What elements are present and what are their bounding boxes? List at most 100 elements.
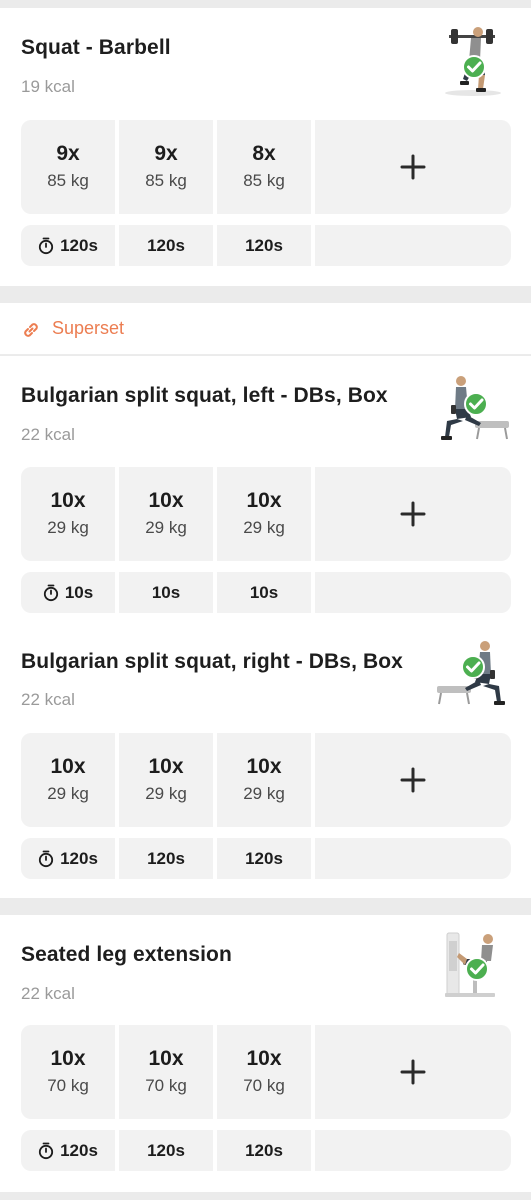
set-weight: 70 kg	[47, 1076, 89, 1095]
set-cell[interactable]: 10x 29 kg	[119, 733, 213, 827]
rest-row: 120s 120s 120s	[21, 838, 511, 879]
set-reps: 10x	[50, 755, 86, 778]
rest-cell[interactable]: 120s	[119, 225, 213, 266]
set-cell[interactable]: 10x 29 kg	[21, 733, 115, 827]
rest-empty-cell	[315, 1130, 511, 1171]
set-weight: 70 kg	[145, 1076, 187, 1095]
set-reps: 10x	[50, 1047, 86, 1070]
set-cell[interactable]: 10x 70 kg	[217, 1025, 311, 1119]
rest-time: 120s	[147, 848, 185, 868]
rest-time: 120s	[245, 235, 283, 255]
rest-time: 120s	[147, 1140, 185, 1160]
add-set-button[interactable]	[315, 120, 511, 214]
exercise-card-leg-extension: Seated leg extension 22 kcal 10x 70 kg 1…	[0, 915, 531, 1192]
link-icon	[24, 323, 38, 337]
set-cell[interactable]: 8x 85 kg	[217, 120, 311, 214]
exercise-title[interactable]: Bulgarian split squat, left - DBs, Box	[21, 384, 388, 408]
add-set-button[interactable]	[315, 467, 511, 561]
set-weight: 85 kg	[47, 171, 89, 190]
rest-cell[interactable]: 120s	[217, 838, 311, 879]
set-cell[interactable]: 9x 85 kg	[119, 120, 213, 214]
rest-time: 120s	[60, 1140, 98, 1160]
rest-time: 120s	[147, 235, 185, 255]
rest-empty-cell	[315, 838, 511, 879]
set-weight: 85 kg	[243, 171, 285, 190]
rest-cell[interactable]: 120s	[119, 838, 213, 879]
rest-time: 120s	[245, 848, 283, 868]
rest-empty-cell	[315, 225, 511, 266]
superset-card: Bulgarian split squat, left - DBs, Box 2…	[0, 356, 531, 898]
stopwatch-icon	[38, 850, 54, 867]
rest-cell[interactable]: 120s	[217, 225, 311, 266]
rest-cell[interactable]: 10s	[21, 572, 115, 613]
stopwatch-icon	[38, 1142, 54, 1159]
set-reps: 8x	[252, 142, 276, 165]
add-set-button[interactable]	[315, 1025, 511, 1119]
set-cell[interactable]: 10x 70 kg	[119, 1025, 213, 1119]
sets-row: 10x 29 kg 10x 29 kg 10x 29 kg	[21, 467, 511, 561]
set-reps: 10x	[148, 489, 184, 512]
set-weight: 70 kg	[243, 1076, 285, 1095]
rest-cell[interactable]: 10s	[119, 572, 213, 613]
set-cell[interactable]: 10x 70 kg	[21, 1025, 115, 1119]
set-weight: 29 kg	[47, 518, 89, 537]
exercise-kcal: 22 kcal	[21, 690, 75, 709]
rest-cell[interactable]: 10s	[217, 572, 311, 613]
set-reps: 10x	[246, 489, 282, 512]
set-cell[interactable]: 10x 29 kg	[217, 467, 311, 561]
sets-row: 10x 70 kg 10x 70 kg 10x 70 kg	[21, 1025, 511, 1119]
set-weight: 29 kg	[243, 784, 285, 803]
squat-figure-check-icon[interactable]	[433, 23, 513, 97]
rest-cell[interactable]: 120s	[21, 225, 115, 266]
rest-cell[interactable]: 120s	[217, 1130, 311, 1171]
superset-label: Superset	[52, 318, 125, 338]
rest-empty-cell	[315, 572, 511, 613]
exercise-title[interactable]: Seated leg extension	[21, 943, 232, 967]
sets-row: 10x 29 kg 10x 29 kg 10x 29 kg	[21, 733, 511, 827]
set-weight: 29 kg	[145, 784, 187, 803]
rest-time: 120s	[245, 1140, 283, 1160]
plus-icon	[400, 1059, 426, 1085]
rest-row: 120s 120s 120s	[21, 1130, 511, 1171]
exercise-title[interactable]: Bulgarian split squat, right - DBs, Box	[21, 650, 403, 674]
rest-cell[interactable]: 120s	[119, 1130, 213, 1171]
exercise-kcal: 22 kcal	[21, 984, 75, 1003]
set-reps: 10x	[50, 489, 86, 512]
plus-icon	[400, 154, 426, 180]
superset-header[interactable]: Superset	[0, 303, 531, 355]
add-set-button[interactable]	[315, 733, 511, 827]
plus-icon	[400, 767, 426, 793]
set-weight: 29 kg	[145, 518, 187, 537]
plus-icon	[400, 501, 426, 527]
rest-time: 120s	[60, 235, 98, 255]
set-weight: 85 kg	[145, 171, 187, 190]
set-reps: 10x	[148, 755, 184, 778]
set-cell[interactable]: 10x 29 kg	[119, 467, 213, 561]
exercise-kcal: 22 kcal	[21, 425, 75, 444]
rest-time: 10s	[64, 582, 94, 602]
set-cell[interactable]: 10x 29 kg	[21, 467, 115, 561]
exercise-title[interactable]: Squat - Barbell	[21, 36, 171, 60]
exercise-kcal: 19 kcal	[21, 77, 75, 96]
set-reps: 10x	[148, 1047, 184, 1070]
sets-row: 9x 85 kg 9x 85 kg 8x 85 kg	[21, 120, 511, 214]
split-squat-figure-check-icon[interactable]	[433, 636, 513, 710]
stopwatch-icon	[38, 237, 54, 254]
rest-row: 120s 120s 120s	[21, 225, 511, 266]
set-reps: 10x	[246, 1047, 282, 1070]
stopwatch-icon	[43, 584, 58, 601]
rest-time: 10s	[249, 582, 279, 602]
set-reps: 9x	[56, 142, 80, 165]
rest-cell[interactable]: 120s	[21, 1130, 115, 1171]
split-squat-figure-check-icon[interactable]	[433, 371, 513, 445]
set-cell[interactable]: 10x 29 kg	[217, 733, 311, 827]
rest-time: 120s	[60, 848, 98, 868]
rest-cell[interactable]: 120s	[21, 838, 115, 879]
set-reps: 9x	[154, 142, 178, 165]
set-weight: 29 kg	[243, 518, 285, 537]
set-cell[interactable]: 9x 85 kg	[21, 120, 115, 214]
leg-extension-figure-check-icon[interactable]	[433, 929, 513, 1003]
set-weight: 29 kg	[47, 784, 89, 803]
rest-time: 10s	[151, 582, 181, 602]
exercise-card-squat: Squat - Barbell 19 kcal 9x 85 kg 9x 85 k…	[0, 8, 531, 286]
